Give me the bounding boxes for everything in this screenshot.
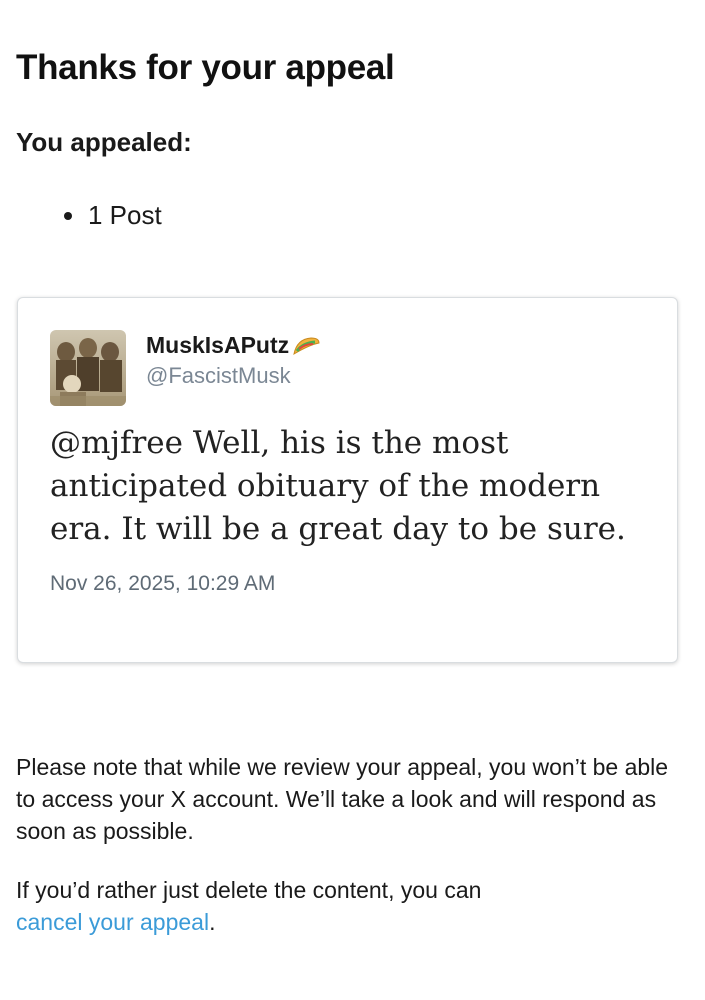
appeal-confirmation-page: Thanks for your appeal You appealed: 1 P… (0, 0, 705, 1000)
bullet-icon (64, 211, 72, 220)
post-handle: @FascistMusk (146, 363, 291, 388)
cancel-appeal-link[interactable]: cancel your appeal (16, 909, 209, 935)
cancel-paragraph: If you’d rather just delete the content,… (16, 874, 686, 938)
appealed-heading: You appealed: (16, 127, 192, 157)
appealed-item-label: 1 Post (88, 200, 162, 230)
post-text: @mjfree Well, his is the most anticipate… (50, 425, 626, 547)
cancel-prefix: If you’d rather just delete the content,… (16, 877, 482, 903)
cancel-suffix: . (209, 909, 216, 935)
avatar (50, 330, 126, 406)
post-card: MuskIsAPutz @FascistMusk @mjfree Well, h… (17, 297, 678, 663)
post-timestamp: Nov 26, 2025, 10:29 AM (50, 572, 276, 595)
page-title: Thanks for your appeal (16, 48, 395, 87)
post-display-name: MuskIsAPutz (146, 332, 290, 358)
list-item: 1 Post (60, 200, 162, 231)
post-display-name-row: MuskIsAPutz (146, 332, 321, 359)
taco-icon (291, 335, 321, 357)
avatar-image (50, 330, 126, 406)
review-note: Please note that while we review your ap… (16, 754, 669, 844)
appealed-list: 1 Post (60, 200, 162, 231)
